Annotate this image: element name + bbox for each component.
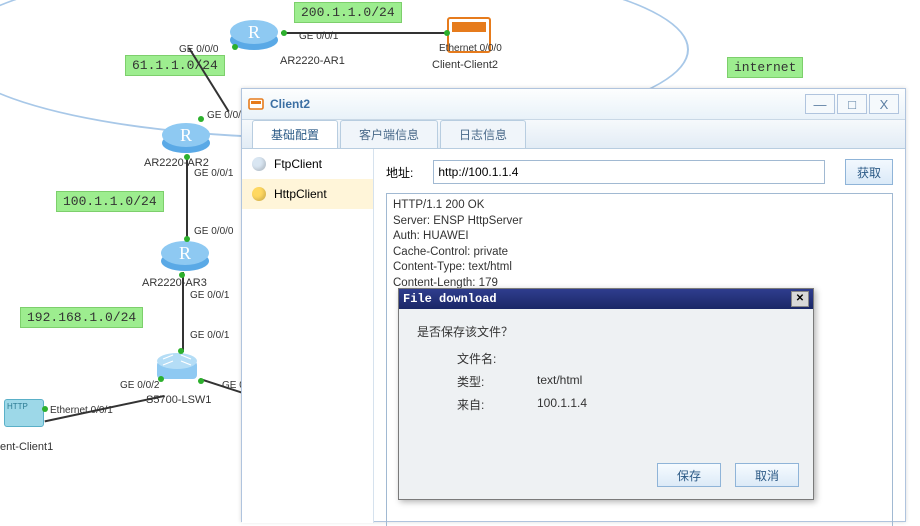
- dialog-question: 是否保存该文件？: [417, 323, 795, 340]
- tab-basic[interactable]: 基础配置: [252, 120, 338, 148]
- fetch-button[interactable]: 获取: [845, 159, 893, 185]
- label-client2: Client-Client2: [432, 59, 498, 71]
- label-ar1: AR2220-AR1: [280, 55, 345, 67]
- label-lsw: S5700-LSW1: [146, 394, 211, 406]
- subnet-badge-61: 61.1.1.0/24: [125, 55, 225, 76]
- port: Ethernet 0/0/0: [439, 43, 502, 54]
- window-title: Client2: [270, 97, 805, 111]
- tab-log[interactable]: 日志信息: [440, 120, 526, 148]
- subnet-badge-192: 192.168.1.0/24: [20, 307, 143, 328]
- port: GE 0/0/1: [190, 330, 229, 341]
- port: GE 0/0/1: [190, 290, 229, 301]
- device-client1[interactable]: HTTP: [4, 399, 44, 427]
- filename-label: 文件名:: [457, 350, 537, 367]
- label-ar3: AR2220-AR3: [142, 277, 207, 289]
- dialog-title: File download: [403, 292, 791, 306]
- port: GE 0/0/0: [179, 44, 218, 55]
- subnet-badge-200: 200.1.1.0/24: [294, 2, 402, 23]
- type-value: text/html: [537, 373, 582, 390]
- minimize-button[interactable]: —: [805, 94, 835, 114]
- from-label: 来自:: [457, 396, 537, 413]
- router-ar2[interactable]: R: [158, 115, 214, 155]
- ftp-icon: [252, 157, 266, 171]
- cancel-button[interactable]: 取消: [735, 463, 799, 487]
- window-titlebar[interactable]: Client2 — □ X: [242, 89, 905, 120]
- from-value: 100.1.1.4: [537, 396, 587, 413]
- label-client1: ent-Client1: [0, 441, 53, 453]
- svg-text:R: R: [180, 125, 192, 145]
- svg-text:R: R: [248, 22, 260, 42]
- close-button[interactable]: X: [869, 94, 899, 114]
- save-button[interactable]: 保存: [657, 463, 721, 487]
- app-icon: [248, 96, 264, 112]
- maximize-button[interactable]: □: [837, 94, 867, 114]
- svg-text:R: R: [179, 243, 191, 263]
- http-icon: [252, 187, 266, 201]
- address-input[interactable]: [433, 160, 825, 184]
- sidebar: FtpClient HttpClient: [242, 149, 374, 523]
- port: GE 0/0/1: [299, 31, 338, 42]
- sidebar-item-ftpclient[interactable]: FtpClient: [242, 149, 373, 179]
- tab-bar: 基础配置 客户端信息 日志信息: [242, 120, 905, 149]
- tab-client-info[interactable]: 客户端信息: [340, 120, 438, 148]
- port: Ethernet 0/0/1: [50, 405, 113, 416]
- port: GE 0/0/2: [120, 380, 159, 391]
- dialog-titlebar[interactable]: File download ✕: [399, 289, 813, 309]
- dialog-close-button[interactable]: ✕: [791, 291, 809, 307]
- port: GE 0/0/0: [194, 226, 233, 237]
- type-label: 类型:: [457, 373, 537, 390]
- sidebar-item-httpclient[interactable]: HttpClient: [242, 179, 373, 209]
- subnet-badge-100: 100.1.1.0/24: [56, 191, 164, 212]
- address-label: 地址:: [386, 164, 413, 181]
- file-download-dialog: File download ✕ 是否保存该文件？ 文件名: 类型: text/h…: [398, 288, 814, 500]
- port: GE 0/0/1: [194, 168, 233, 179]
- internet-badge: internet: [727, 57, 803, 78]
- sidebar-label: FtpClient: [274, 157, 322, 171]
- sidebar-label: HttpClient: [274, 187, 327, 201]
